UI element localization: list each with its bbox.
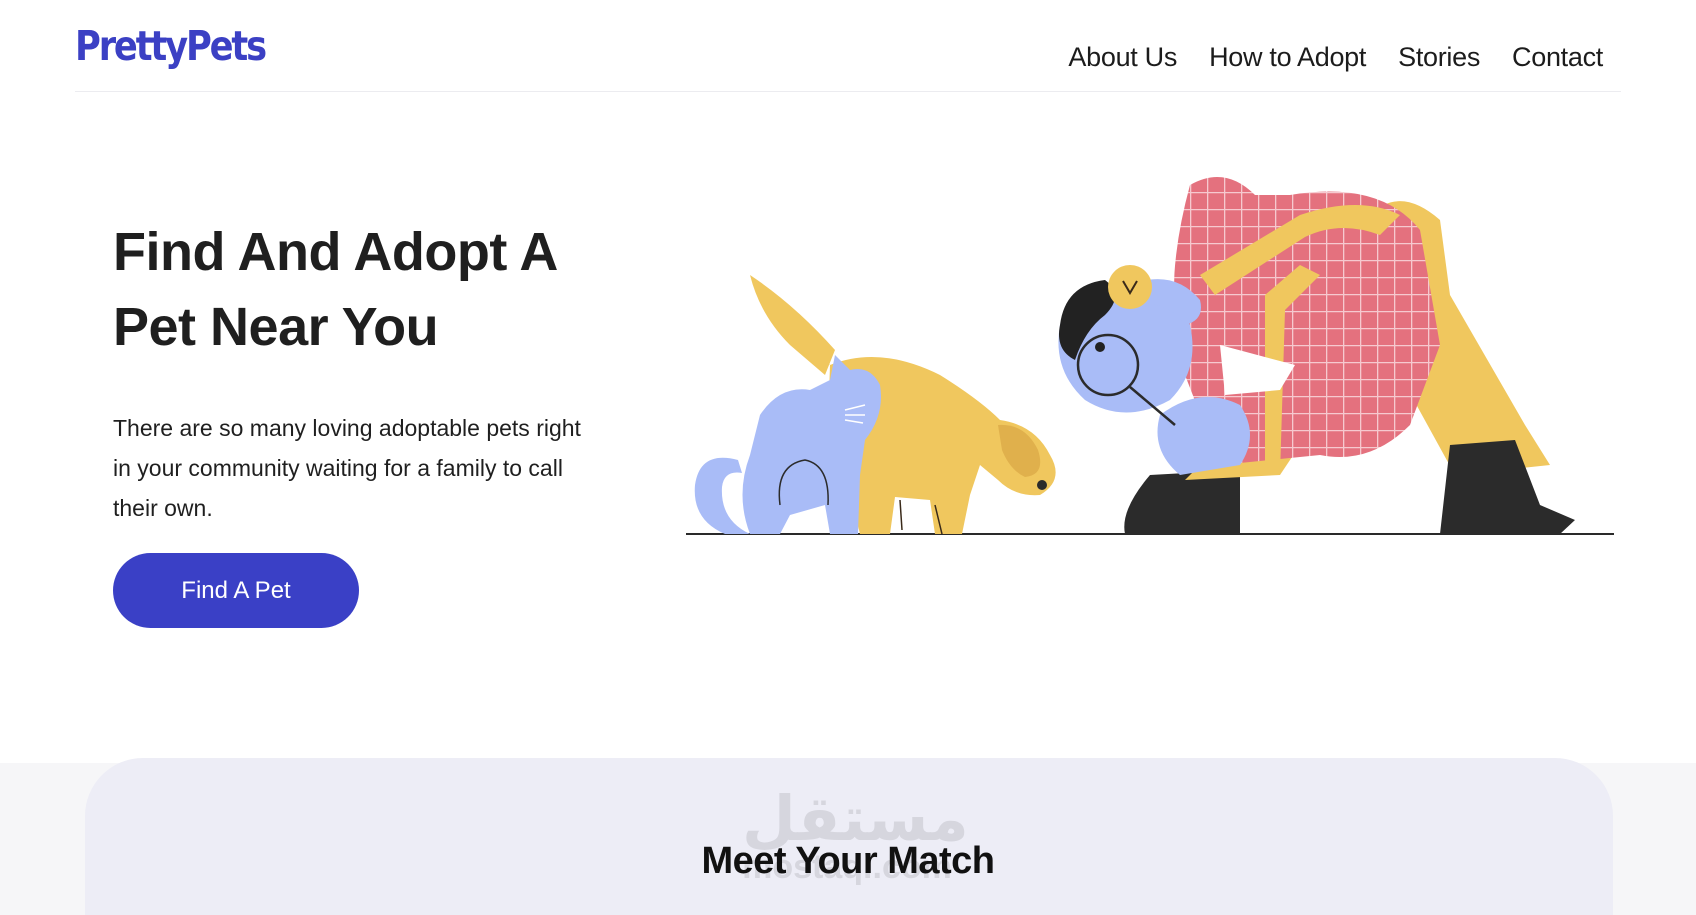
- cat-figure: [694, 355, 881, 534]
- page: PrettyPets About Us How to Adopt Stories…: [0, 0, 1696, 915]
- nav-link-how-to-adopt[interactable]: How to Adopt: [1209, 42, 1366, 73]
- match-section-card: [85, 758, 1613, 915]
- nav-link-about-us[interactable]: About Us: [1068, 42, 1177, 73]
- nav-link-contact[interactable]: Contact: [1512, 42, 1603, 73]
- hero-illustration: [686, 177, 1614, 535]
- hero-description: There are so many loving adoptable pets …: [113, 415, 581, 521]
- find-a-pet-button[interactable]: Find A Pet: [113, 553, 359, 628]
- logo[interactable]: PrettyPets: [75, 22, 267, 70]
- main-nav: About Us How to Adopt Stories Contact: [1068, 42, 1603, 73]
- section-title-meet-your-match: Meet Your Match: [701, 840, 995, 882]
- nav-link-stories[interactable]: Stories: [1398, 42, 1480, 73]
- person-figure: [1058, 177, 1575, 534]
- hero-title: Find And Adopt A Pet Near You: [113, 222, 556, 357]
- site-header: PrettyPets About Us How to Adopt Stories…: [75, 0, 1621, 92]
